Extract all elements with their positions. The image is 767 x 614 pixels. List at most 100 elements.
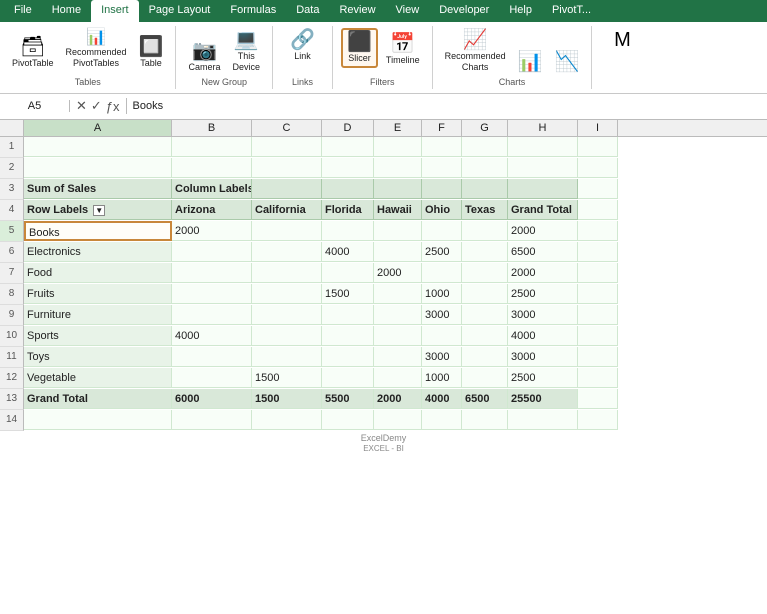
cell-c12[interactable]: 1500 [252,368,322,388]
cell-i12[interactable] [578,368,618,388]
cell-i9[interactable] [578,305,618,325]
cell-a14[interactable] [24,410,172,430]
cell-c13[interactable]: 1500 [252,389,322,409]
cell-b14[interactable] [172,410,252,430]
cell-f11[interactable]: 3000 [422,347,462,367]
cell-c4[interactable]: California [252,200,322,220]
cell-h12[interactable]: 2500 [508,368,578,388]
cell-e14[interactable] [374,410,422,430]
cell-g1[interactable] [462,137,508,157]
cell-f9[interactable]: 3000 [422,305,462,325]
confirm-icon[interactable]: ✓ [91,98,102,114]
tab-review[interactable]: Review [329,0,385,22]
cell-e11[interactable] [374,347,422,367]
cell-d9[interactable] [322,305,374,325]
cell-f5[interactable] [422,221,462,241]
cell-d14[interactable] [322,410,374,430]
cell-a11[interactable]: Toys [24,347,172,367]
cell-g13[interactable]: 6500 [462,389,508,409]
cell-g11[interactable] [462,347,508,367]
tab-home[interactable]: Home [42,0,91,22]
cell-d11[interactable] [322,347,374,367]
cell-h9[interactable]: 3000 [508,305,578,325]
cell-i3[interactable] [578,179,618,199]
cell-c10[interactable] [252,326,322,346]
cell-c5[interactable] [252,221,322,241]
cell-d5[interactable] [322,221,374,241]
cell-e4[interactable]: Hawaii [374,200,422,220]
cell-g2[interactable] [462,158,508,178]
cell-e10[interactable] [374,326,422,346]
formula-input[interactable]: Books [127,100,767,112]
cell-b2[interactable] [172,158,252,178]
cell-h3[interactable] [508,179,578,199]
tab-help[interactable]: Help [499,0,542,22]
more-button[interactable]: M [610,28,635,53]
cell-d12[interactable] [322,368,374,388]
cell-h7[interactable]: 2000 [508,263,578,283]
cell-h2[interactable] [508,158,578,178]
cell-f14[interactable] [422,410,462,430]
cell-e13[interactable]: 2000 [374,389,422,409]
cell-c6[interactable] [252,242,322,262]
bar-chart-button[interactable]: 📊 [514,50,547,75]
cell-h1[interactable] [508,137,578,157]
tab-page-layout[interactable]: Page Layout [139,0,221,22]
cell-b10[interactable]: 4000 [172,326,252,346]
function-icon[interactable]: ƒx [106,99,120,114]
cell-d3[interactable] [322,179,374,199]
link-button[interactable]: 🔗 Link [286,28,319,64]
slicer-button[interactable]: ⬛ Slicer [341,28,378,68]
cell-g6[interactable] [462,242,508,262]
cell-f10[interactable] [422,326,462,346]
cell-h4[interactable]: Grand Total [508,200,578,220]
cell-b13[interactable]: 6000 [172,389,252,409]
cell-f6[interactable]: 2500 [422,242,462,262]
cell-h11[interactable]: 3000 [508,347,578,367]
cell-i1[interactable] [578,137,618,157]
cell-e12[interactable] [374,368,422,388]
cell-a10[interactable]: Sports [24,326,172,346]
cell-b5[interactable]: 2000 [172,221,252,241]
cell-d7[interactable] [322,263,374,283]
recommended-pivottables-button[interactable]: 📊 RecommendedPivotTables [62,28,131,71]
cell-e6[interactable] [374,242,422,262]
cell-i6[interactable] [578,242,618,262]
tab-data[interactable]: Data [286,0,329,22]
cell-reference[interactable]: A5 [0,100,70,112]
cell-d8[interactable]: 1500 [322,284,374,304]
cell-b7[interactable] [172,263,252,283]
tab-view[interactable]: View [386,0,430,22]
cell-b3[interactable]: Column Labels ▼ [172,179,252,199]
cell-h5[interactable]: 2000 [508,221,578,241]
cell-a6[interactable]: Electronics [24,242,172,262]
cell-i8[interactable] [578,284,618,304]
cell-d4[interactable]: Florida [322,200,374,220]
cell-e8[interactable] [374,284,422,304]
pivottable-button[interactable]: 🗃 PivotTable [8,35,58,71]
cell-i4[interactable] [578,200,618,220]
cell-i11[interactable] [578,347,618,367]
cell-i2[interactable] [578,158,618,178]
cell-f12[interactable]: 1000 [422,368,462,388]
cell-e7[interactable]: 2000 [374,263,422,283]
cell-g10[interactable] [462,326,508,346]
cell-e1[interactable] [374,137,422,157]
cell-a1[interactable] [24,137,172,157]
cell-d10[interactable] [322,326,374,346]
cell-b8[interactable] [172,284,252,304]
cell-f7[interactable] [422,263,462,283]
tab-file[interactable]: File [4,0,42,22]
table-button[interactable]: 🔲 Table [135,35,168,71]
timeline-button[interactable]: 📅 Timeline [382,32,424,68]
cell-h6[interactable]: 6500 [508,242,578,262]
cell-g12[interactable] [462,368,508,388]
cell-c8[interactable] [252,284,322,304]
cell-f1[interactable] [422,137,462,157]
cell-g7[interactable] [462,263,508,283]
cell-b9[interactable] [172,305,252,325]
cell-g4[interactable]: Texas [462,200,508,220]
cell-c9[interactable] [252,305,322,325]
cell-i13[interactable] [578,389,618,409]
cell-b12[interactable] [172,368,252,388]
